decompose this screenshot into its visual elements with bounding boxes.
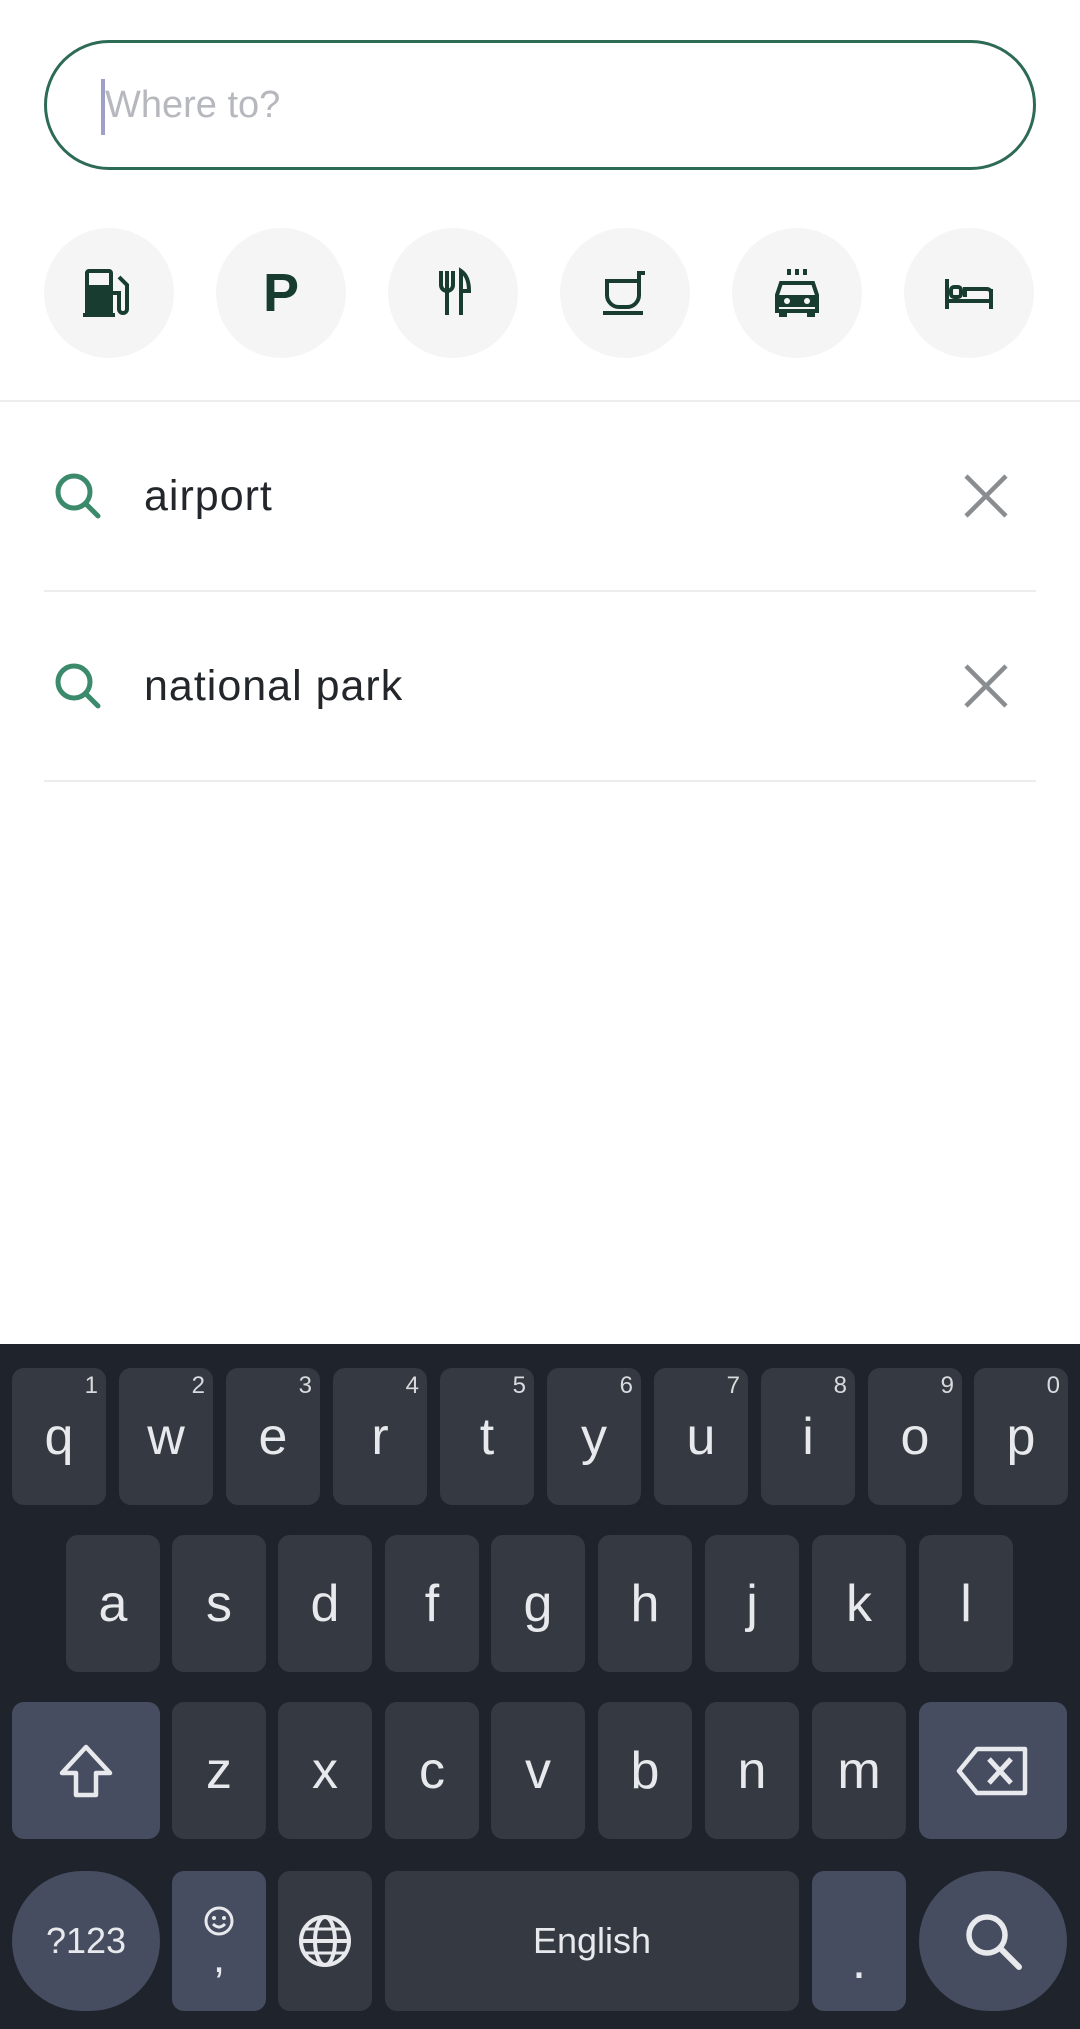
key-d[interactable]: d [278,1535,372,1672]
search-field[interactable] [44,40,1036,170]
key-l[interactable]: l [919,1535,1013,1672]
search-input[interactable] [103,69,987,141]
key-hint: 8 [833,1372,847,1399]
key-hint: 1 [84,1372,98,1399]
recent-item[interactable]: airport [44,402,1036,592]
key-u[interactable]: u7 [654,1368,748,1505]
key-p[interactable]: p0 [974,1368,1068,1505]
parking-button[interactable]: P [216,228,346,358]
key-s[interactable]: s [172,1535,266,1672]
category-chips: P [44,228,1036,358]
key-i[interactable]: i8 [761,1368,855,1505]
hotels-button[interactable] [904,228,1034,358]
period-key[interactable]: . [812,1871,906,2011]
key-o[interactable]: o9 [868,1368,962,1505]
key-n[interactable]: n [705,1702,799,1839]
key-k[interactable]: k [812,1535,906,1672]
car-icon [775,269,819,317]
key-y[interactable]: y6 [547,1368,641,1505]
language-key[interactable] [278,1871,372,2011]
key-j[interactable]: j [705,1535,799,1672]
key-hint: 6 [619,1372,633,1399]
keyboard: q1 w2 e3 r4 t5 y6 u7 i8 o9 p0 a s d f g … [0,1344,1080,2029]
key-b[interactable]: b [598,1702,692,1839]
key-v[interactable]: v [491,1702,585,1839]
key-e[interactable]: e3 [226,1368,320,1505]
close-icon[interactable] [956,656,1016,716]
key-hint: 3 [298,1372,312,1399]
restaurants-button[interactable] [388,228,518,358]
key-c[interactable]: c [385,1702,479,1839]
key-hint: 4 [405,1372,419,1399]
shift-icon [59,1744,113,1797]
parking-icon: P [262,263,300,323]
search-icon [966,1914,1022,1970]
key-r[interactable]: r4 [333,1368,427,1505]
key-label: u [686,1407,716,1466]
search-icon [55,663,101,709]
close-icon[interactable] [956,466,1016,526]
key-label: t [479,1407,495,1466]
bed-icon [945,279,993,309]
key-q[interactable]: q1 [12,1368,106,1505]
search-icon [55,473,101,519]
key-f[interactable]: f [385,1535,479,1672]
recent-item-label: national park [144,661,404,710]
globe-icon [299,1915,351,1967]
car-rental-button[interactable] [732,228,862,358]
key-g[interactable]: g [491,1535,585,1672]
key-hint: 7 [726,1372,740,1399]
text-cursor [101,79,105,135]
shift-key[interactable] [12,1702,160,1839]
backspace-key[interactable] [919,1702,1067,1839]
recent-item-label: airport [144,471,273,520]
key-label: q [44,1407,74,1466]
recent-searches: airport national park [44,402,1036,782]
key-hint: 0 [1046,1372,1060,1399]
key-label: y [581,1407,607,1466]
key-label: o [900,1407,930,1466]
symbols-key[interactable]: ?123 [12,1871,160,2011]
key-a[interactable]: a [66,1535,160,1672]
coffee-button[interactable] [560,228,690,358]
key-h[interactable]: h [598,1535,692,1672]
key-hint: 2 [191,1372,205,1399]
comma-key[interactable]: , [172,1871,266,2011]
key-label: p [1006,1407,1036,1466]
backspace-icon [956,1746,1028,1795]
fuel-pump-icon [83,269,129,317]
space-key[interactable]: English [385,1871,799,2011]
key-label: r [371,1407,389,1466]
restaurant-icon [439,267,472,315]
key-z[interactable]: z [172,1702,266,1839]
key-label: w [147,1407,185,1466]
key-m[interactable]: m [812,1702,906,1839]
comma-label: , [212,1933,226,1982]
key-t[interactable]: t5 [440,1368,534,1505]
recent-item[interactable]: national park [44,592,1036,782]
key-label: i [802,1407,814,1466]
key-x[interactable]: x [278,1702,372,1839]
key-hint: 5 [512,1372,526,1399]
key-hint: 9 [940,1372,954,1399]
fuel-button[interactable] [44,228,174,358]
key-w[interactable]: w2 [119,1368,213,1505]
coffee-cup-icon [603,271,645,315]
key-label: e [258,1407,288,1466]
search-key[interactable] [919,1871,1067,2011]
